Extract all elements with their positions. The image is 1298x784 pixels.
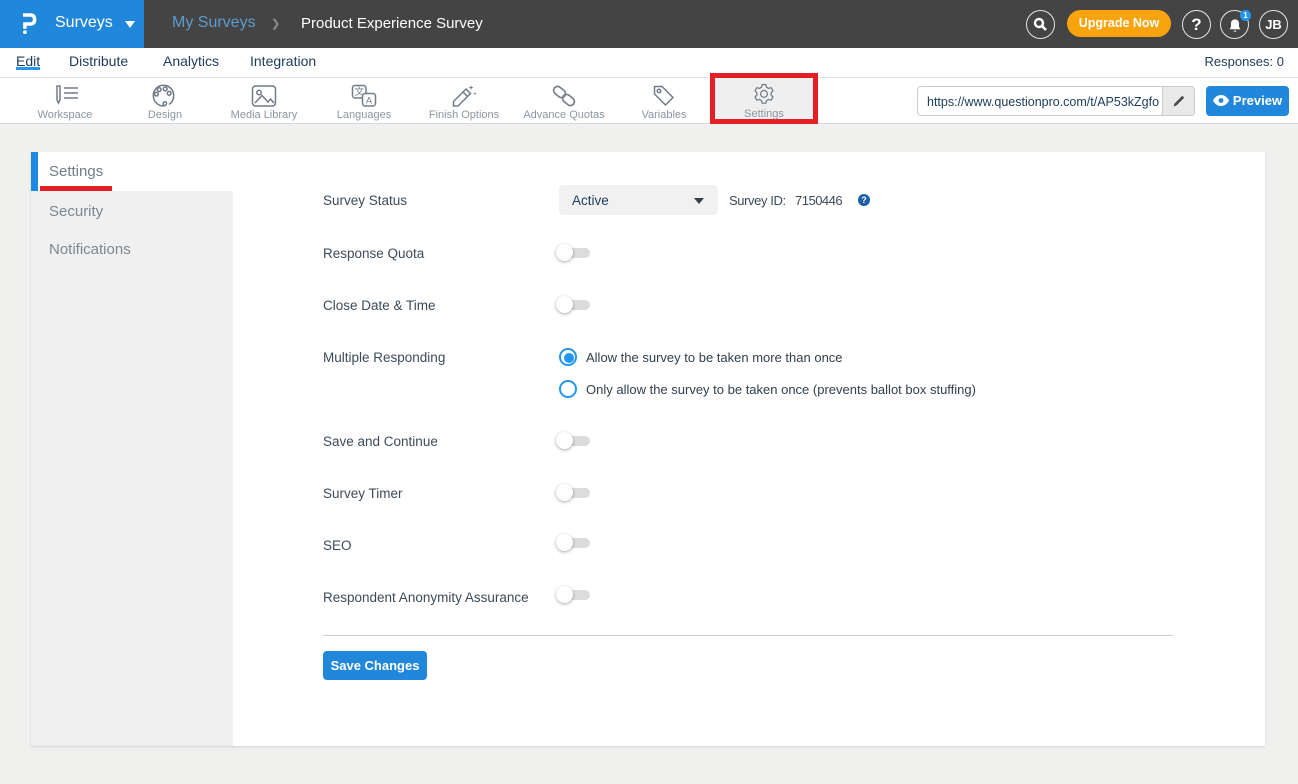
svg-text:A: A (366, 96, 372, 106)
svg-text:?: ? (861, 195, 867, 205)
